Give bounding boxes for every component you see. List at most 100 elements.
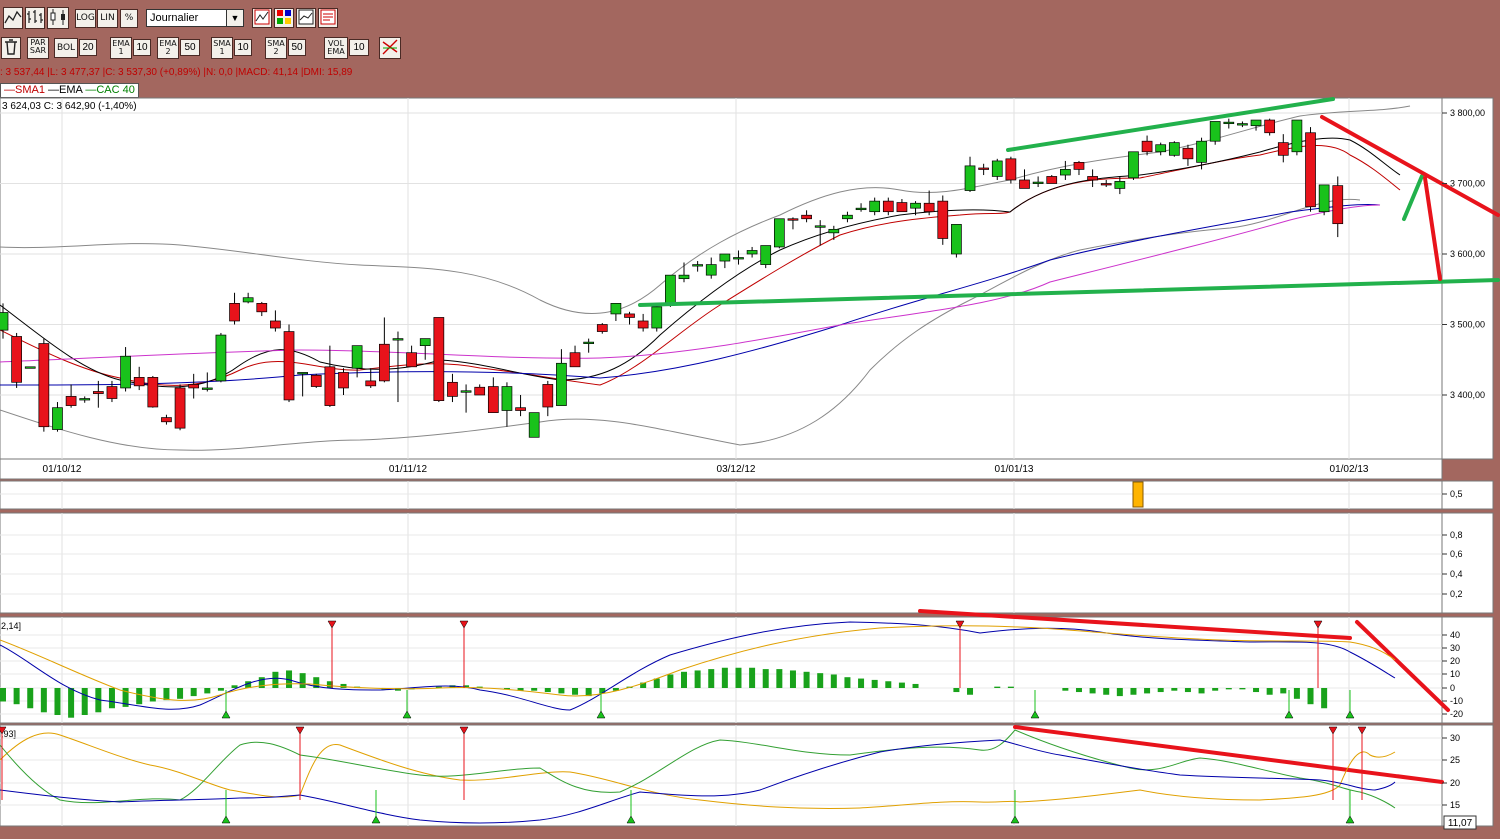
macd-histogram-bar (1130, 688, 1137, 695)
macd-histogram-bar (572, 688, 579, 695)
dmi-tick-label: 30 (1450, 733, 1460, 743)
macd-histogram-bar (1307, 688, 1314, 705)
macd-histogram-bar (1184, 688, 1191, 693)
candle-body (324, 366, 336, 406)
price-tick-label: 3 700,00 (1450, 179, 1485, 189)
candle-body (1277, 142, 1289, 156)
macd-histogram-bar (13, 688, 20, 705)
candle-body (133, 377, 145, 387)
candle-body (1114, 181, 1126, 189)
candle-body (120, 355, 131, 389)
oscillator-tick-label: 0,6 (1450, 549, 1463, 559)
macd-histogram-bar (1075, 688, 1082, 693)
candle-body (283, 331, 295, 401)
candle-body (0, 312, 9, 331)
price-tick-label: 3 400,00 (1450, 390, 1485, 400)
macd-histogram-bar (1280, 688, 1287, 694)
macd-histogram-bar (299, 673, 306, 688)
macd-histogram-bar (1253, 688, 1260, 693)
candle-body (229, 303, 240, 322)
candle-body (637, 320, 649, 329)
macd-tick-label: -10 (1450, 696, 1463, 706)
candle-body (1196, 140, 1207, 163)
macd-histogram-bar (844, 677, 851, 688)
candle-body (610, 303, 622, 315)
macd-histogram-bar (1198, 688, 1205, 694)
candle-body (869, 200, 881, 213)
price-tick-label: 3 800,00 (1450, 108, 1485, 118)
candle-body (1128, 151, 1139, 179)
oscillator-panel (0, 512, 1443, 614)
chart-area: 11,07 3 624,03 C: 3 642,90 (-1,40%) 2,14… (0, 97, 1500, 830)
candle-body (542, 384, 554, 408)
macd-histogram-bar (149, 688, 156, 702)
candle-body (937, 200, 949, 239)
macd-histogram-bar (953, 688, 960, 693)
candle-body (1305, 132, 1316, 208)
volume-panel (0, 480, 1443, 510)
candle-body (719, 253, 731, 262)
macd-histogram-bar (204, 688, 211, 694)
date-tick-label: 01/10/12 (43, 464, 82, 475)
macd-histogram-bar (803, 671, 810, 688)
macd-tick-label: 40 (1450, 630, 1460, 640)
dmi-tick-label: 20 (1450, 778, 1460, 788)
candle-body (705, 264, 717, 276)
macd-histogram-bar (190, 688, 197, 697)
candle-body (65, 396, 77, 406)
candle-body (528, 412, 540, 438)
corner-value: 11,07 (1448, 818, 1473, 829)
price-tick-label: 3 500,00 (1450, 320, 1485, 330)
candle-body (242, 297, 254, 303)
candle-body (896, 202, 908, 213)
candle-body (814, 225, 826, 228)
macd-histogram-bar (871, 679, 878, 688)
candle-body (1264, 119, 1276, 134)
macd-histogram-bar (0, 688, 6, 702)
macd-histogram-bar (830, 674, 837, 688)
candle-body (79, 398, 91, 401)
date-tick-label: 03/12/12 (717, 464, 756, 475)
candle-body (964, 165, 976, 191)
macd-histogram-bar (776, 669, 783, 688)
macd-histogram-bar (1062, 688, 1069, 691)
oscillator-tick-label: 0,2 (1450, 589, 1463, 599)
macd-histogram-bar (136, 688, 143, 705)
volume-bar (1132, 481, 1144, 508)
candle-body (910, 202, 921, 209)
candle-body (270, 320, 281, 329)
candle-body (487, 386, 499, 413)
macd-histogram-bar (898, 682, 905, 688)
candle-body (147, 377, 159, 408)
macd-histogram-bar (177, 688, 184, 699)
candle-body (1046, 176, 1058, 184)
oscillator-tick-label: 0,4 (1450, 569, 1463, 579)
candle-body (52, 407, 63, 430)
macd-histogram-bar (1321, 688, 1328, 709)
candle-body (951, 224, 962, 255)
macd-histogram-bar (885, 681, 892, 688)
candle-body (746, 250, 758, 255)
candle-body (760, 245, 772, 265)
candle-body (1141, 140, 1153, 153)
candle-body (787, 218, 799, 221)
candle-body (1060, 169, 1071, 176)
candle-body (773, 218, 785, 248)
candle-body (651, 306, 663, 329)
candle-body (1332, 185, 1344, 225)
candle-body (24, 366, 36, 369)
macd-histogram-bar (108, 688, 115, 709)
candle-body (11, 336, 22, 383)
macd-histogram-bar (735, 667, 742, 688)
macd-histogram-bar (1225, 688, 1232, 690)
macd-histogram-bar (708, 669, 715, 688)
macd-histogram-bar (27, 688, 34, 709)
candle-body (106, 386, 118, 399)
dmi-tick-label: 15 (1450, 800, 1460, 810)
macd-histogram-bar (163, 688, 170, 701)
candle-body (256, 303, 268, 313)
candle-body (406, 352, 417, 368)
candle-body (474, 386, 486, 396)
candle-body (297, 372, 308, 375)
macd-histogram-bar (1144, 688, 1151, 694)
